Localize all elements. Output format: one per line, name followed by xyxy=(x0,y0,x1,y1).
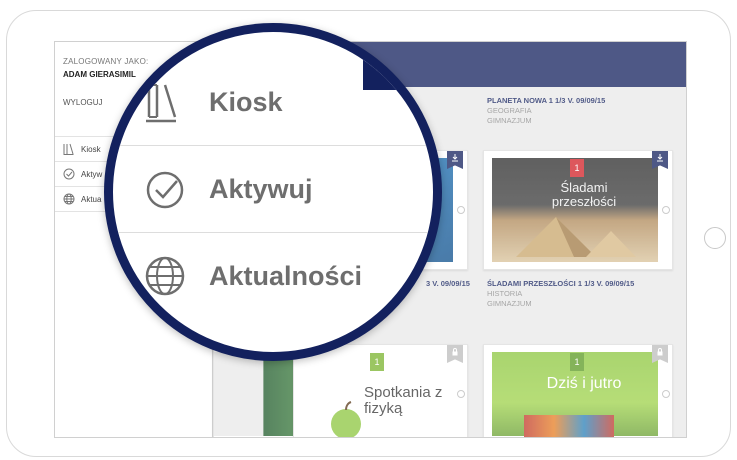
mag-item-activate[interactable]: Aktywuj xyxy=(113,146,433,232)
download-icon[interactable] xyxy=(652,151,668,169)
pyramids-image xyxy=(516,217,636,257)
volume-badge: 1 xyxy=(370,353,384,371)
globe-icon xyxy=(63,193,75,205)
book-subject: HISTORIA xyxy=(487,289,523,298)
book-meta-sladami: ŚLADAMI PRZESZŁOŚCI 1 1/3 V. 09/09/15 HI… xyxy=(487,279,634,309)
cover-toggle[interactable] xyxy=(457,390,465,398)
check-circle-icon xyxy=(146,171,184,209)
volume-badge: 1 xyxy=(570,159,584,177)
lock-icon xyxy=(652,345,668,363)
lock-icon xyxy=(447,345,463,363)
book-title: PLANETA NOWA 1 1/3 V. 09/09/15 xyxy=(487,96,606,105)
mag-item-label: Aktualności xyxy=(209,260,363,291)
sidebar-item-label: Aktua xyxy=(81,194,102,204)
book-title: ŚLADAMI PRZESZŁOŚCI 1 1/3 V. 09/09/15 xyxy=(487,279,635,288)
book-cover-sladami[interactable]: 1 Śladami przeszłości xyxy=(483,150,673,270)
cover-title: Śladami przeszłości xyxy=(551,180,617,209)
books-icon xyxy=(146,84,177,123)
sidebar-item-label: Aktyw xyxy=(81,169,103,179)
logout-link[interactable]: WYLOGUJ xyxy=(63,98,103,107)
cover-photo-strip xyxy=(524,415,614,437)
book-cover-dzis-jutro[interactable]: 1 Dziś i jutro xyxy=(483,344,673,437)
cover-toggle[interactable] xyxy=(662,390,670,398)
mag-item-label: Kiosk xyxy=(209,86,283,117)
book-subject: GEOGRAFIA xyxy=(487,106,532,115)
cover-title: Dziś i jutro xyxy=(546,375,622,392)
mag-item-label: Aktywuj xyxy=(209,173,313,204)
book-cover-fizyka[interactable]: 1 Spotkania z fizyką xyxy=(293,344,468,437)
check-circle-icon xyxy=(63,168,75,180)
book-meta-planeta: PLANETA NOWA 1 1/3 V. 09/09/15 GEOGRAFIA… xyxy=(487,96,605,126)
sidebar-item-label: Kiosk xyxy=(81,144,101,154)
magnifier-callout: Kiosk Aktywuj Aktualności xyxy=(104,23,442,361)
download-icon[interactable] xyxy=(447,151,463,169)
mag-item-news[interactable]: Aktualności xyxy=(113,233,433,319)
book-level: GIMNAZJUM xyxy=(487,299,532,308)
books-icon xyxy=(63,143,74,155)
home-button[interactable] xyxy=(704,227,726,249)
mag-item-kiosk[interactable]: Kiosk xyxy=(113,59,433,145)
book-level: GIMNAZJUM xyxy=(487,116,532,125)
apple-image xyxy=(331,401,361,437)
volume-badge: 1 xyxy=(570,353,584,371)
cover-toggle[interactable] xyxy=(662,206,670,214)
cover-toggle[interactable] xyxy=(457,206,465,214)
cover-title: Spotkania z fizyką xyxy=(364,384,443,417)
globe-icon xyxy=(145,256,185,296)
